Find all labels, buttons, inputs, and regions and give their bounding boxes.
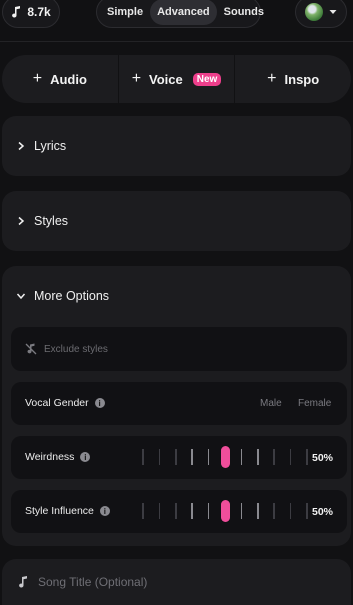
avatar (305, 3, 323, 21)
slider-tick (207, 503, 210, 519)
slider-tick (158, 503, 161, 519)
style-influence-label-group: Style Influence i (25, 505, 110, 517)
mode-switch: Simple Advanced Sounds (96, 0, 264, 28)
chevron-down-icon (16, 293, 26, 300)
slider-thumb[interactable] (220, 446, 230, 468)
weirdness-value: 50% (311, 452, 333, 464)
slider-tick (142, 449, 144, 465)
slider-tick (257, 503, 259, 519)
lyrics-label: Lyrics (34, 139, 67, 153)
exclude-styles-field[interactable]: Exclude styles (11, 327, 347, 371)
add-audio-label: Audio (50, 71, 87, 87)
chevron-down-icon (329, 10, 337, 14)
add-voice-label: Voice (149, 71, 183, 87)
exclude-styles-icon (25, 343, 37, 355)
vocal-gender-row: Vocal Gender i Male Female (11, 382, 347, 425)
slider-tick (273, 503, 275, 519)
weirdness-slider[interactable] (142, 446, 308, 468)
song-title-field[interactable]: Song Title (Optional) (2, 559, 351, 605)
music-note-icon (19, 576, 27, 588)
add-row: + Audio + Voice New + Inspo (2, 55, 351, 103)
chevron-right-icon (18, 216, 25, 226)
weirdness-row: Weirdness i 50% (11, 436, 347, 479)
slider-tick (158, 449, 161, 465)
weirdness-label: Weirdness (25, 451, 75, 463)
slider-tick (142, 503, 144, 519)
slider-tick (273, 449, 275, 465)
plus-icon: + (32, 70, 43, 87)
styles-section: Styles (2, 191, 351, 251)
more-options-section: More Options Exclude styles Vocal Gender… (2, 266, 351, 546)
music-note-icon (12, 6, 21, 18)
tab-advanced[interactable]: Advanced (150, 0, 217, 25)
tab-simple[interactable]: Simple (100, 0, 150, 25)
slider-tick (240, 449, 243, 465)
more-options-label: More Options (34, 289, 110, 303)
vocal-gender-male-option[interactable]: Male (260, 398, 282, 409)
tab-sounds[interactable]: Sounds (217, 0, 271, 25)
style-influence-row: Style Influence i 50% (11, 490, 347, 533)
credits-value: 8.7k (27, 5, 51, 19)
plus-icon: + (267, 70, 277, 87)
slider-tick (289, 449, 292, 465)
info-icon[interactable]: i (94, 398, 105, 408)
song-title-placeholder: Song Title (Optional) (38, 575, 148, 589)
info-icon[interactable]: i (99, 506, 110, 516)
chevron-right-icon (18, 141, 25, 151)
slider-tick (175, 503, 177, 519)
header-divider (0, 41, 353, 42)
new-badge: New (192, 72, 222, 86)
slider-tick (240, 503, 243, 519)
credits-button[interactable]: 8.7k (2, 0, 60, 28)
weirdness-label-group: Weirdness i (25, 451, 91, 463)
top-bar: 8.7k Simple Advanced Sounds (0, 0, 353, 36)
slider-tick (306, 449, 308, 465)
styles-toggle[interactable]: Styles (2, 191, 351, 251)
lyrics-toggle[interactable]: Lyrics (2, 116, 351, 176)
vocal-gender-label: Vocal Gender (25, 397, 89, 409)
more-options-toggle[interactable]: More Options (2, 266, 351, 326)
vocal-gender-label-group: Vocal Gender i (25, 397, 105, 409)
profile-menu-button[interactable] (295, 0, 347, 28)
slider-tick (257, 449, 259, 465)
slider-tick (207, 449, 210, 465)
styles-label: Styles (34, 214, 69, 228)
plus-icon: + (131, 70, 142, 87)
style-influence-value: 50% (311, 506, 333, 518)
add-audio-button[interactable]: + Audio (2, 55, 118, 103)
info-icon[interactable]: i (80, 452, 91, 462)
slider-thumb[interactable] (220, 500, 230, 522)
slider-tick (191, 449, 193, 465)
style-influence-slider[interactable] (142, 500, 308, 522)
vocal-gender-female-option[interactable]: Female (298, 398, 331, 409)
add-voice-button[interactable]: + Voice New (119, 55, 235, 103)
slider-tick (191, 503, 193, 519)
slider-tick (289, 503, 292, 519)
lyrics-section: Lyrics (2, 116, 351, 176)
slider-tick (175, 449, 177, 465)
add-inspo-button[interactable]: + Inspo (235, 55, 351, 103)
slider-tick (306, 503, 308, 519)
add-inspo-label: Inspo (284, 71, 320, 87)
exclude-styles-placeholder: Exclude styles (44, 344, 108, 355)
style-influence-label: Style Influence (25, 505, 94, 517)
